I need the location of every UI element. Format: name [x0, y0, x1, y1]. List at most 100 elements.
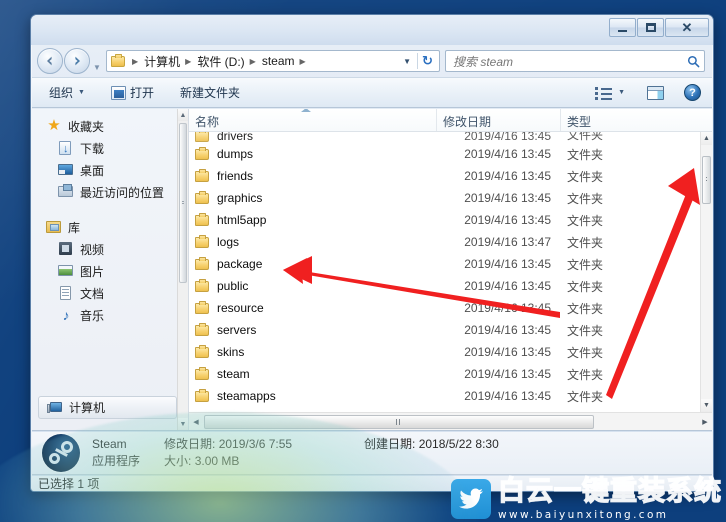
- file-name-label: graphics: [217, 191, 263, 205]
- sidebar-item-videos[interactable]: 视频: [32, 238, 188, 260]
- recent-locations-button[interactable]: ▼: [90, 50, 104, 72]
- search-icon[interactable]: [687, 55, 700, 68]
- refresh-button[interactable]: ↻: [417, 53, 437, 69]
- search-input[interactable]: 搜索 steam: [445, 50, 705, 72]
- table-row[interactable]: servers 2019/4/16 13:45 文件夹: [189, 319, 700, 341]
- scroll-down-button[interactable]: ▼: [178, 418, 188, 430]
- file-name-cell: resource: [189, 300, 437, 315]
- breadcrumb-separator-3[interactable]: ▶: [297, 57, 310, 66]
- folder-icon: [195, 388, 210, 403]
- scrollbar-thumb[interactable]: [179, 123, 187, 283]
- file-name-cell: steam: [189, 366, 437, 381]
- table-row[interactable]: friends 2019/4/16 13:45 文件夹: [189, 165, 700, 187]
- column-header-type[interactable]: 类型: [561, 109, 712, 131]
- minimize-button[interactable]: [609, 18, 636, 37]
- chevron-down-icon[interactable]: ▼: [399, 57, 416, 66]
- date-modified-cell: 2019/4/16 13:47: [464, 235, 551, 249]
- folder-icon: [195, 366, 210, 381]
- steam-app-icon: [42, 434, 80, 472]
- change-view-button[interactable]: ▼: [588, 82, 632, 104]
- file-list-horizontal-scrollbar[interactable]: ◀ ▶: [189, 412, 712, 430]
- sidebar-item-libraries[interactable]: 库: [32, 216, 188, 238]
- column-header-date-modified[interactable]: 修改日期: [437, 109, 561, 131]
- breadcrumb-separator-1[interactable]: ▶: [182, 57, 195, 66]
- sidebar-item-favorites[interactable]: ★ 收藏夹: [32, 115, 188, 137]
- table-row[interactable]: html5app 2019/4/16 13:45 文件夹: [189, 209, 700, 231]
- preview-pane-button[interactable]: [640, 82, 671, 104]
- date-modified-cell: 2019/4/16 13:45: [464, 257, 551, 271]
- table-row[interactable]: steam 2019/4/16 13:45 文件夹: [189, 363, 700, 385]
- scroll-up-button[interactable]: ▲: [701, 132, 712, 145]
- table-row[interactable]: resource 2019/4/16 13:45 文件夹: [189, 297, 700, 319]
- scroll-up-button[interactable]: ▲: [178, 109, 188, 121]
- sort-ascending-icon: [301, 109, 311, 112]
- desktop-background: ✕ ▼ ▶ 计算机 ▶ 软件 (D:) ▶ steam ▶ ▼ ↻ 搜索 ste…: [0, 0, 726, 522]
- file-name-label: package: [217, 257, 263, 271]
- back-button[interactable]: [37, 48, 63, 74]
- forward-button[interactable]: [64, 48, 90, 74]
- scroll-down-button[interactable]: ▼: [701, 399, 712, 412]
- file-name-label: steam: [217, 367, 250, 381]
- command-toolbar: 组织 ▼ 打开 新建文件夹 ▼ ?: [32, 77, 712, 108]
- breadcrumb-item-drive[interactable]: 软件 (D:): [195, 53, 246, 70]
- navigation-pane-scrollbar[interactable]: ▲ ▼: [177, 109, 188, 430]
- date-modified-cell: 2019/4/16 13:45: [464, 279, 551, 293]
- date-modified-cell: 2019/4/16 13:45: [464, 301, 551, 315]
- column-header-name[interactable]: 名称: [189, 109, 437, 131]
- breadcrumb-item-steam[interactable]: steam: [260, 54, 297, 68]
- table-row[interactable]: drivers 2019/4/16 13:45 文件夹: [189, 132, 700, 143]
- scroll-right-button[interactable]: ▶: [698, 418, 712, 426]
- organize-button[interactable]: 组织 ▼: [42, 80, 92, 105]
- breadcrumb-address-bar[interactable]: ▶ 计算机 ▶ 软件 (D:) ▶ steam ▶ ▼ ↻: [106, 50, 440, 72]
- type-cell: 文件夹: [567, 132, 604, 142]
- file-explorer-window: ✕ ▼ ▶ 计算机 ▶ 软件 (D:) ▶ steam ▶ ▼ ↻ 搜索 ste…: [30, 14, 714, 492]
- file-name-label: steamapps: [217, 389, 276, 403]
- sidebar-item-recent-places[interactable]: 最近访问的位置: [32, 181, 188, 203]
- open-button[interactable]: 打开: [104, 80, 161, 105]
- search-placeholder: 搜索 steam: [453, 54, 514, 69]
- organize-label: 组织: [49, 86, 74, 100]
- sidebar-item-desktop[interactable]: 桌面: [32, 159, 188, 181]
- table-row[interactable]: skins 2019/4/16 13:45 文件夹: [189, 341, 700, 363]
- close-button[interactable]: ✕: [665, 18, 709, 37]
- new-folder-button[interactable]: 新建文件夹: [173, 80, 247, 105]
- sidebar-item-music[interactable]: ♪ 音乐: [32, 304, 188, 326]
- maximize-button[interactable]: [637, 18, 664, 37]
- file-rows: drivers 2019/4/16 13:45 文件夹 dumps 2019/4/16 …: [189, 132, 700, 412]
- table-row[interactable]: logs 2019/4/16 13:47 文件夹: [189, 231, 700, 253]
- file-name-cell: dumps: [189, 146, 437, 161]
- sidebar-item-pictures[interactable]: 图片: [32, 260, 188, 282]
- file-name-cell: steamapps: [189, 388, 437, 403]
- details-file-name: Steam: [92, 437, 127, 451]
- sidebar-item-downloads[interactable]: ↓ 下载: [32, 137, 188, 159]
- video-icon: [58, 241, 74, 257]
- type-cell: 文件夹: [567, 389, 604, 404]
- file-name-cell: public: [189, 278, 437, 293]
- table-row[interactable]: public 2019/4/16 13:45 文件夹: [189, 275, 700, 297]
- table-row[interactable]: dumps 2019/4/16 13:45 文件夹: [189, 143, 700, 165]
- sidebar-item-documents[interactable]: 文档: [32, 282, 188, 304]
- details-size-label: 大小:: [164, 454, 192, 468]
- breadcrumb-item-computer[interactable]: 计算机: [142, 53, 182, 70]
- sidebar-item-label: 库: [68, 220, 81, 235]
- details-size: 大小: 3.00 MB: [164, 453, 364, 470]
- type-cell: 文件夹: [567, 235, 604, 250]
- help-button[interactable]: ?: [677, 80, 708, 105]
- window-title-bar[interactable]: ✕: [31, 15, 713, 45]
- nav-group-libraries: 库 视频 图片 文档 ♪ 音乐: [32, 216, 188, 326]
- table-row[interactable]: graphics 2019/4/16 13:45 文件夹: [189, 187, 700, 209]
- breadcrumb-separator-2[interactable]: ▶: [247, 57, 260, 66]
- table-row[interactable]: steamapps 2019/4/16 13:45 文件夹: [189, 385, 700, 407]
- scroll-left-button[interactable]: ◀: [189, 418, 203, 426]
- date-modified-cell: 2019/4/16 13:45: [464, 191, 551, 205]
- details-modified-value: 2019/3/6 7:55: [218, 437, 293, 451]
- file-list-vertical-scrollbar[interactable]: ▲ ▼: [700, 132, 712, 412]
- table-row[interactable]: package 2019/4/16 13:45 文件夹: [189, 253, 700, 275]
- window-controls: ✕: [609, 18, 709, 37]
- sidebar-item-computer[interactable]: 计算机: [38, 396, 177, 419]
- scrollbar-thumb[interactable]: [204, 414, 594, 429]
- sidebar-item-label: 文档: [80, 286, 105, 301]
- scrollbar-thumb[interactable]: [702, 156, 711, 204]
- details-text: Steam 修改日期: 2019/3/6 7:55 创建日期: 2018/5/2…: [92, 436, 712, 470]
- desktop-icon: [58, 162, 74, 178]
